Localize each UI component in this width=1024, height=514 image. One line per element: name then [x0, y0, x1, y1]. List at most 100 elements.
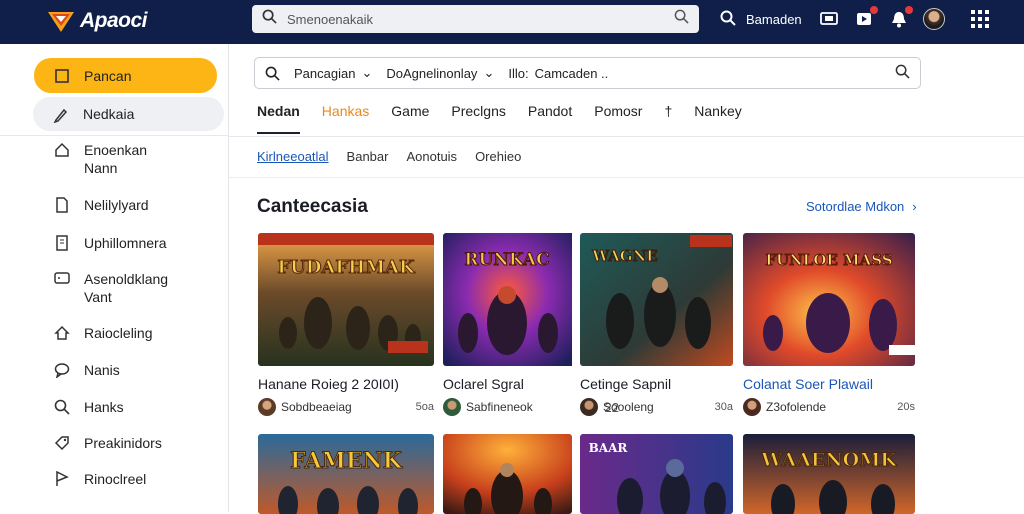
search-icon: [262, 9, 277, 29]
video-meta: Z3ofolende 20s: [743, 398, 915, 416]
sidebar-item-rinoclreel[interactable]: Rinoclreel: [34, 470, 224, 488]
sidebar-item-nedkaia[interactable]: Nedkaia: [33, 97, 224, 131]
filter-dropdown-category[interactable]: Pancagian ⌄: [294, 65, 372, 81]
user-name: Bamaden: [746, 11, 802, 27]
video-thumbnail[interactable]: BAAR: [580, 434, 733, 514]
tab-dagger[interactable]: †: [664, 103, 672, 135]
filter-query[interactable]: Illo: Camcaden ..: [508, 66, 608, 81]
top-bar: Apaoci Bamaden: [0, 0, 1024, 44]
sidebar-item-uphillomnera[interactable]: Uphillomnera: [34, 234, 224, 252]
thumbnail-title: RUNKAC: [464, 250, 549, 270]
tab-pomosr[interactable]: Pomosr: [594, 103, 642, 135]
video-thumbnail[interactable]: FUDAFHMAK: [258, 233, 434, 366]
sidebar-item-label: Rinoclreel: [84, 471, 147, 487]
view-count: 30a: [714, 401, 733, 413]
sidebar-item-label: Asenoldklang Vant: [84, 271, 169, 305]
app-logo[interactable]: Apaoci: [46, 6, 148, 36]
chevron-down-icon: ⌄: [361, 65, 373, 80]
file-icon: [56, 197, 68, 213]
logo-icon: [46, 8, 76, 34]
chevron-down-icon: ⌄: [483, 65, 495, 80]
subtab-kirlneeoatlal[interactable]: Kirlneeoatlal: [257, 149, 329, 164]
video-thumbnail[interactable]: WAGNE: [580, 233, 733, 366]
tab-hankas[interactable]: Hankas: [322, 103, 369, 135]
sidebar-item-pancan[interactable]: Pancan: [34, 58, 217, 93]
user-search-button[interactable]: Bamaden: [720, 10, 802, 29]
sidebar-item-label: Pancan: [84, 67, 132, 84]
sidebar-item-label: Nelilylyard: [84, 197, 149, 213]
sidebar-item-label: Nanis: [84, 362, 120, 378]
video-thumbnail[interactable]: [443, 434, 572, 514]
sidebar-item-nanis[interactable]: Nanis: [34, 361, 224, 379]
sidebar-item-enoenkan[interactable]: Enoenkan Nann: [34, 141, 224, 177]
speech-icon: [54, 363, 70, 378]
video-thumbnail[interactable]: WAAENOMK: [743, 434, 915, 514]
tab-game[interactable]: Game: [391, 103, 429, 135]
filter-dropdown-label: Pancagian: [294, 65, 356, 81]
subtab-aonotuis[interactable]: Aonotuis: [406, 149, 457, 164]
filter-search-bar[interactable]: Pancagian ⌄ DoAgnelinonlay ⌄ Illo: Camca…: [254, 57, 921, 89]
sidebar-item-preakinidors[interactable]: Preakinidors: [34, 434, 224, 452]
channel-name[interactable]: Sabfineneok: [466, 400, 533, 414]
search-submit-icon[interactable]: [674, 9, 689, 29]
channel-name[interactable]: Sobdbeaeiag: [281, 400, 352, 414]
tab-nankey[interactable]: Nankey: [694, 103, 741, 135]
document-icon: [56, 235, 68, 251]
bell-icon[interactable]: [888, 6, 913, 30]
filter-search-icon: [265, 66, 280, 81]
house-icon: [54, 325, 70, 340]
channel-avatar[interactable]: [743, 398, 761, 416]
global-search-bar[interactable]: [252, 5, 699, 33]
chat-icon: [54, 272, 70, 284]
channel-name[interactable]: Z3ofolende: [766, 400, 826, 414]
subtabs-divider: [229, 177, 1024, 178]
thumbnail-title: WAGNE: [591, 247, 657, 265]
video-title[interactable]: Cetinge Sapnil: [580, 376, 756, 392]
thumbnail-title: FUNLOE MASS: [765, 251, 892, 269]
cast-icon[interactable]: [818, 8, 840, 30]
video-meta: Sobdbeaeiag 5oa: [258, 398, 434, 416]
sidebar-item-label: Preakinidors: [84, 435, 162, 451]
video-thumbnail[interactable]: FAMENK: [258, 434, 434, 514]
see-more-link[interactable]: Sotordlae Mdkon ›: [806, 199, 917, 214]
search-icon: [720, 10, 736, 29]
user-avatar[interactable]: [922, 8, 945, 30]
tab-nedan[interactable]: Nedan: [257, 103, 300, 135]
notifications-icon[interactable]: [853, 6, 878, 30]
global-search-input[interactable]: [287, 11, 664, 27]
main-content: Pancagian ⌄ DoAgnelinonlay ⌄ Illo: Camca…: [229, 44, 1024, 514]
sidebar-item-label: Nedkaia: [83, 106, 135, 122]
channel-name[interactable]: Soooleng: [603, 400, 654, 414]
sidebar-item-label: Hanks: [84, 399, 124, 415]
apps-grid-icon[interactable]: [970, 10, 989, 28]
section-title: Canteecasia: [257, 196, 368, 217]
search-icon: [54, 399, 70, 415]
pen-icon: [53, 108, 68, 123]
sidebar-item-hanks[interactable]: Hanks: [34, 398, 224, 416]
tag-icon: [54, 436, 69, 451]
video-card[interactable]: FUNLOE MASS Colanat Soer Plawail Z3ofole…: [743, 233, 919, 416]
logo-text: Apaoci: [80, 9, 148, 32]
home-icon: [55, 142, 69, 157]
video-thumbnail[interactable]: FUNLOE MASS: [743, 233, 915, 366]
sidebar-item-raiocleling[interactable]: Raiocleling: [34, 324, 224, 342]
subtab-banbar[interactable]: Banbar: [347, 149, 389, 164]
tab-preclgns[interactable]: Preclgns: [451, 103, 505, 135]
sidebar-item-label: Enoenkan Nann: [84, 142, 148, 176]
filter-submit-icon[interactable]: [895, 64, 910, 82]
thumbnail-title: FUDAFHMAK: [277, 257, 416, 278]
video-title[interactable]: Hanane Roieg 2 20I0I): [258, 376, 434, 392]
sidebar-item-asenoldklang[interactable]: Asenoldklang Vant: [34, 270, 224, 306]
subtab-orehieo[interactable]: Orehieo: [475, 149, 521, 164]
filter-query-prefix: Illo:: [508, 65, 529, 81]
sidebar-item-nelilylyard[interactable]: Nelilylyard: [34, 196, 224, 214]
channel-avatar[interactable]: [443, 398, 461, 416]
channel-avatar[interactable]: [258, 398, 276, 416]
tab-pandot[interactable]: Pandot: [528, 103, 572, 135]
video-card[interactable]: FUDAFHMAK Hanane Roieg 2 20I0I) Sobdbeae…: [258, 233, 434, 416]
video-card[interactable]: WAGNE Cetinge Sapnil Soooleng 30a: [580, 233, 756, 416]
video-title[interactable]: Colanat Soer Plawail: [743, 376, 919, 392]
filter-dropdown-sort[interactable]: DoAgnelinonlay ⌄: [386, 65, 494, 81]
channel-avatar[interactable]: [580, 398, 598, 416]
thumbnail-title: WAAENOMK: [760, 449, 898, 471]
